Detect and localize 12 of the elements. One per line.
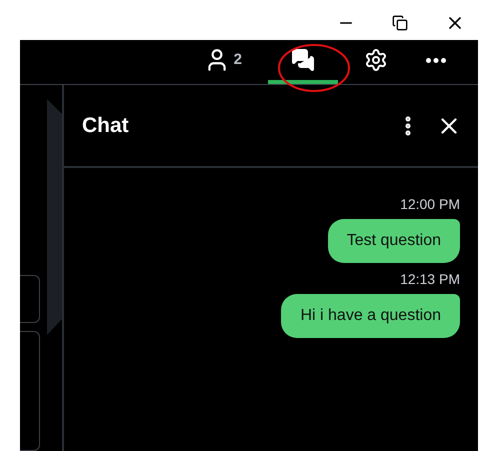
settings-icon [364, 48, 388, 72]
chat-icon [291, 48, 315, 72]
chat-title: Chat [82, 112, 130, 139]
message-time: 12:13 PM [400, 270, 460, 289]
message-bubble: Test question [328, 219, 460, 263]
more-icon [426, 58, 446, 62]
side-card [20, 275, 40, 323]
message-time: 12:00 PM [400, 195, 460, 214]
participants-button[interactable]: 2 [192, 40, 254, 84]
restore-icon[interactable] [392, 14, 408, 30]
message-bubble: Hi i have a question [281, 294, 460, 338]
participant-count: 2 [234, 50, 242, 70]
